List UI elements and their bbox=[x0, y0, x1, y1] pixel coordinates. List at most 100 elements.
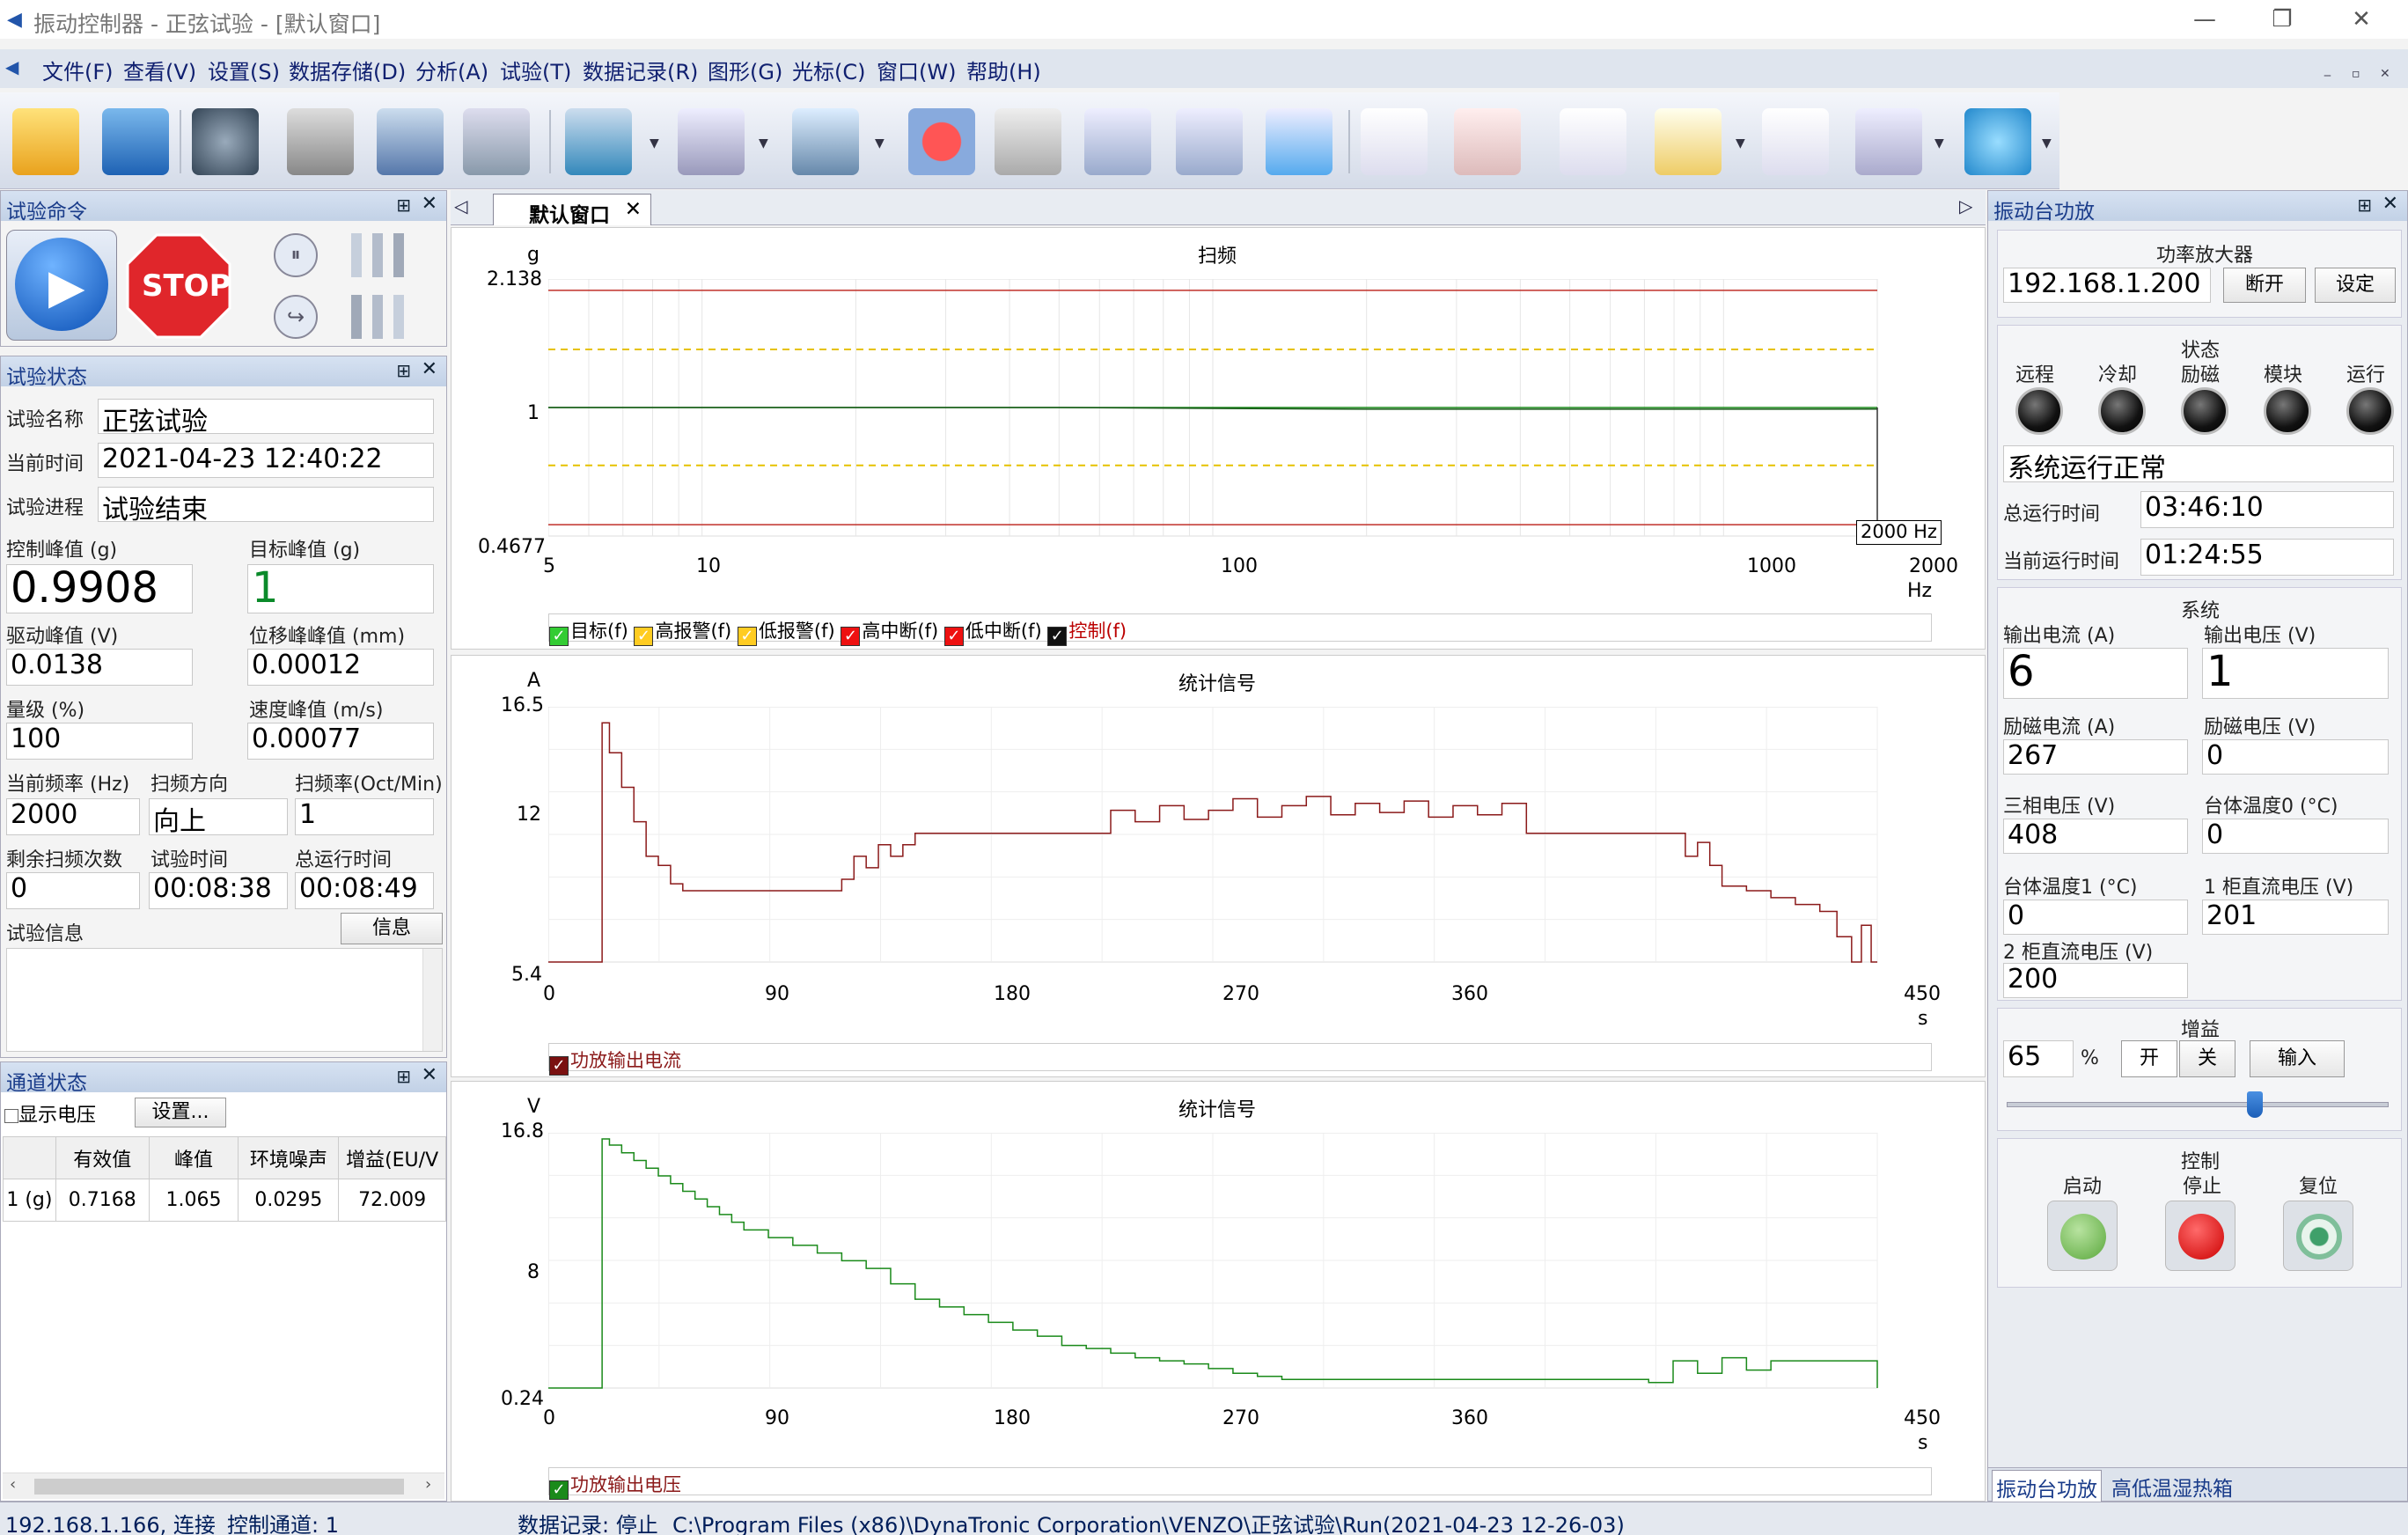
spectrum-remove-icon[interactable] bbox=[1454, 108, 1521, 175]
legend-control[interactable]: ✓ 控制(f) bbox=[1047, 621, 1127, 646]
level-down-icon[interactable] bbox=[351, 295, 404, 339]
chart-settings-icon[interactable] bbox=[377, 108, 444, 175]
gain-apply-button[interactable]: 输入 bbox=[2250, 1040, 2345, 1077]
legend-low-alarm[interactable]: ✓ 低报警(f) bbox=[737, 621, 835, 646]
level-up-icon[interactable] bbox=[351, 233, 404, 277]
horizontal-scrollbar[interactable]: ‹ › bbox=[3, 1473, 444, 1499]
gear-document-icon[interactable] bbox=[463, 108, 530, 175]
menu-view[interactable]: 查看(V) bbox=[123, 55, 196, 85]
show-voltage-checkbox[interactable]: 显示电压 bbox=[4, 1099, 96, 1127]
spectrum-icon[interactable] bbox=[1361, 108, 1428, 175]
mdi-restore-button[interactable]: ▫ bbox=[2352, 67, 2360, 81]
dropdown-arrow-icon[interactable]: ▼ bbox=[875, 136, 887, 151]
sweep-plot[interactable] bbox=[548, 279, 2001, 561]
menu-graph[interactable]: 图形(G) bbox=[708, 55, 782, 85]
voltage-plot[interactable] bbox=[548, 1133, 2001, 1406]
scrollbar-thumb[interactable] bbox=[34, 1479, 404, 1495]
pin-icon[interactable]: ⊞ bbox=[396, 1066, 411, 1087]
settings-gears-icon[interactable] bbox=[192, 108, 259, 175]
scroll-left-icon[interactable]: ‹ bbox=[10, 1475, 16, 1494]
start-button[interactable] bbox=[2047, 1201, 2118, 1271]
legend-high-abort[interactable]: ✓ 高中断(f) bbox=[841, 621, 938, 646]
menu-window[interactable]: 窗口(W) bbox=[877, 55, 956, 85]
gain-on-button[interactable]: 开 bbox=[2121, 1040, 2177, 1077]
mdi-close-button[interactable]: ✕ bbox=[2380, 67, 2390, 81]
restore-button[interactable]: ❐ bbox=[2251, 0, 2313, 39]
dropdown-arrow-icon[interactable]: ▼ bbox=[1736, 136, 1748, 151]
gain-off-button[interactable]: 关 bbox=[2179, 1040, 2235, 1077]
menu-file[interactable]: 文件(F) bbox=[42, 55, 114, 85]
close-icon[interactable]: ✕ bbox=[2382, 193, 2398, 215]
no-record-icon[interactable] bbox=[908, 108, 975, 175]
oscilloscope-icon[interactable] bbox=[792, 108, 859, 175]
dropdown-arrow-icon[interactable]: ▼ bbox=[759, 136, 771, 151]
speech-bubble-icon[interactable] bbox=[1964, 108, 2031, 175]
save-icon[interactable] bbox=[102, 108, 169, 175]
document-arrow-icon[interactable] bbox=[565, 108, 632, 175]
stop-button[interactable] bbox=[2165, 1201, 2235, 1271]
close-icon[interactable]: ✕ bbox=[422, 1064, 437, 1086]
close-icon[interactable]: ✕ bbox=[422, 358, 437, 380]
close-icon[interactable]: ✕ bbox=[422, 193, 437, 215]
pin-icon[interactable]: ⊞ bbox=[396, 195, 411, 216]
tab-climate-chamber[interactable]: 高低温湿热箱 bbox=[2111, 1472, 2233, 1502]
menu-record[interactable]: 数据记录(R) bbox=[583, 55, 698, 85]
gain-slider-track[interactable] bbox=[2007, 1102, 2389, 1107]
menu-settings[interactable]: 设置(S) bbox=[208, 55, 280, 85]
scroll-right-icon[interactable]: › bbox=[425, 1475, 431, 1494]
tab-scroll-left-icon[interactable]: ◁ bbox=[454, 195, 467, 217]
stop-button[interactable]: STOP bbox=[126, 233, 231, 339]
green-lamp-icon bbox=[2060, 1214, 2106, 1260]
current-plot[interactable] bbox=[548, 707, 2001, 980]
play-button[interactable]: ▶ bbox=[6, 230, 117, 341]
reset-button[interactable] bbox=[2283, 1201, 2353, 1271]
tab-shaker-amplifier[interactable]: 振动台功放 bbox=[1992, 1470, 2102, 1505]
dropdown-arrow-icon[interactable]: ▼ bbox=[650, 136, 662, 151]
fit-screen-icon[interactable] bbox=[1266, 108, 1332, 175]
menu-storage[interactable]: 数据存储(D) bbox=[289, 55, 406, 85]
set-button[interactable]: 设定 bbox=[2315, 268, 2396, 303]
hand-pan-icon[interactable] bbox=[995, 108, 1061, 175]
table-row[interactable]: 1 (g) 0.7168 1.065 0.0295 72.009 bbox=[3, 1179, 446, 1222]
info-button[interactable]: 信息 bbox=[341, 913, 443, 944]
flag-icon[interactable] bbox=[1855, 108, 1922, 175]
setup-button[interactable]: 设置... bbox=[135, 1098, 226, 1127]
legend-high-alarm[interactable]: ✓ 高报警(f) bbox=[634, 621, 731, 646]
legend-target[interactable]: ✓ 目标(f) bbox=[549, 621, 628, 646]
close-button[interactable]: ✕ bbox=[2331, 0, 2392, 39]
cursor-peak-icon[interactable] bbox=[1655, 108, 1722, 175]
edit-pencil-icon[interactable] bbox=[678, 108, 745, 175]
legend-low-abort[interactable]: ✓ 低中断(f) bbox=[943, 621, 1042, 646]
waveform-icon[interactable] bbox=[1762, 108, 1829, 175]
spectrum-peak-icon[interactable] bbox=[1560, 108, 1626, 175]
menu-test[interactable]: 试验(T) bbox=[500, 55, 571, 85]
device-icon[interactable] bbox=[287, 108, 354, 175]
pin-icon[interactable]: ⊞ bbox=[396, 360, 411, 381]
pause-button[interactable]: ⏸ bbox=[274, 233, 318, 277]
zoom-out-icon[interactable] bbox=[1176, 108, 1243, 175]
test-info-textarea[interactable] bbox=[6, 948, 443, 1052]
dropdown-arrow-icon[interactable]: ▼ bbox=[2042, 136, 2054, 151]
pin-icon[interactable]: ⊞ bbox=[2357, 195, 2372, 216]
dropdown-arrow-icon[interactable]: ▼ bbox=[1934, 136, 1947, 151]
menu-analysis[interactable]: 分析(A) bbox=[415, 55, 488, 85]
channel-table: 有效值 峰值 环境噪声 增益(EU/V 1 (g) 0.7168 1.065 0… bbox=[3, 1136, 446, 1222]
menu-help[interactable]: 帮助(H) bbox=[966, 55, 1041, 85]
current-legend[interactable]: ✓ 功放输出电流 bbox=[548, 1043, 1932, 1076]
disconnect-button[interactable]: 断开 bbox=[2223, 268, 2306, 303]
gain-input[interactable]: 65 bbox=[2003, 1040, 2074, 1077]
mdi-min-button[interactable]: ‒ bbox=[2324, 69, 2331, 83]
resume-button[interactable]: ↪ bbox=[274, 295, 318, 339]
tab-close-icon[interactable]: ✕ bbox=[625, 198, 642, 221]
menu-cursor[interactable]: 光标(C) bbox=[792, 55, 865, 85]
tab-scroll-right-icon[interactable]: ▷ bbox=[1959, 195, 1972, 217]
open-folder-icon[interactable] bbox=[12, 108, 79, 175]
gain-slider-thumb[interactable] bbox=[2247, 1091, 2264, 1118]
voltage-legend[interactable]: ✓ 功放输出电压 bbox=[548, 1467, 1932, 1500]
tab-default-window[interactable]: 默认窗口 ✕ bbox=[493, 194, 651, 227]
zoom-in-icon[interactable] bbox=[1084, 108, 1151, 175]
ip-address-field[interactable]: 192.168.1.200 bbox=[2003, 268, 2211, 303]
legend-label: 目标(f) bbox=[570, 621, 628, 642]
minimize-button[interactable]: — bbox=[2174, 0, 2235, 39]
scrollbar[interactable] bbox=[422, 949, 442, 1051]
